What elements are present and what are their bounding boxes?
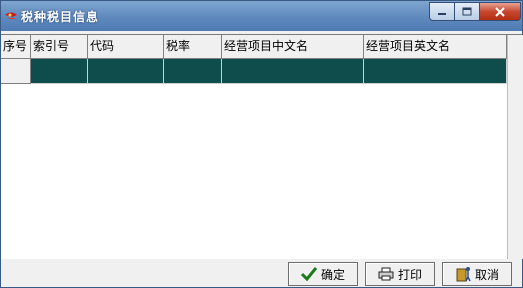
confirm-button[interactable]: 确定 (288, 262, 358, 286)
column-header-index[interactable]: 索引号 (31, 35, 88, 59)
print-label: 打印 (397, 267, 422, 282)
app-icon (5, 12, 17, 20)
column-header-en-name[interactable]: 经营项目英文名 (364, 35, 507, 59)
column-header-cn-name[interactable]: 经营项目中文名 (222, 35, 364, 59)
column-header-tax-rate[interactable]: 税率 (164, 35, 222, 59)
printer-icon (378, 267, 394, 281)
title-bar[interactable]: 税种税目信息 (1, 1, 522, 31)
table-cell-cn-name[interactable] (222, 59, 364, 84)
maximize-icon (462, 7, 472, 16)
window-title: 税种税目信息 (21, 10, 100, 24)
close-button[interactable] (479, 2, 521, 21)
data-grid[interactable]: 序号 索引号 代码 税率 经营项目中文名 经营项目英文名 (1, 34, 523, 259)
minimize-icon (438, 12, 446, 15)
table-cell-tax-rate[interactable] (164, 59, 222, 84)
checkmark-icon (300, 267, 317, 281)
column-header-seq[interactable]: 序号 (1, 35, 31, 59)
print-button[interactable]: 打印 (365, 262, 435, 286)
close-icon (495, 6, 505, 17)
row-selector-cell[interactable] (1, 59, 31, 84)
cancel-button[interactable]: 取消 (442, 262, 512, 286)
maximize-button[interactable] (454, 2, 480, 21)
column-header-code[interactable]: 代码 (88, 35, 164, 59)
cancel-label: 取消 (474, 267, 499, 282)
minimize-button[interactable] (429, 2, 455, 21)
grid-right-edge (507, 35, 523, 259)
table-cell-code[interactable] (88, 59, 164, 84)
confirm-label: 确定 (320, 267, 345, 282)
exit-door-icon (456, 267, 471, 282)
dialog-window: 税种税目信息 序号 索引号 代码 税率 经营项目中文名 经营项目英文名 确定 打… (0, 0, 523, 288)
table-cell-en-name[interactable] (364, 59, 507, 84)
table-cell-index[interactable] (31, 59, 88, 84)
button-bar: 确定 打印 取消 (1, 259, 522, 287)
